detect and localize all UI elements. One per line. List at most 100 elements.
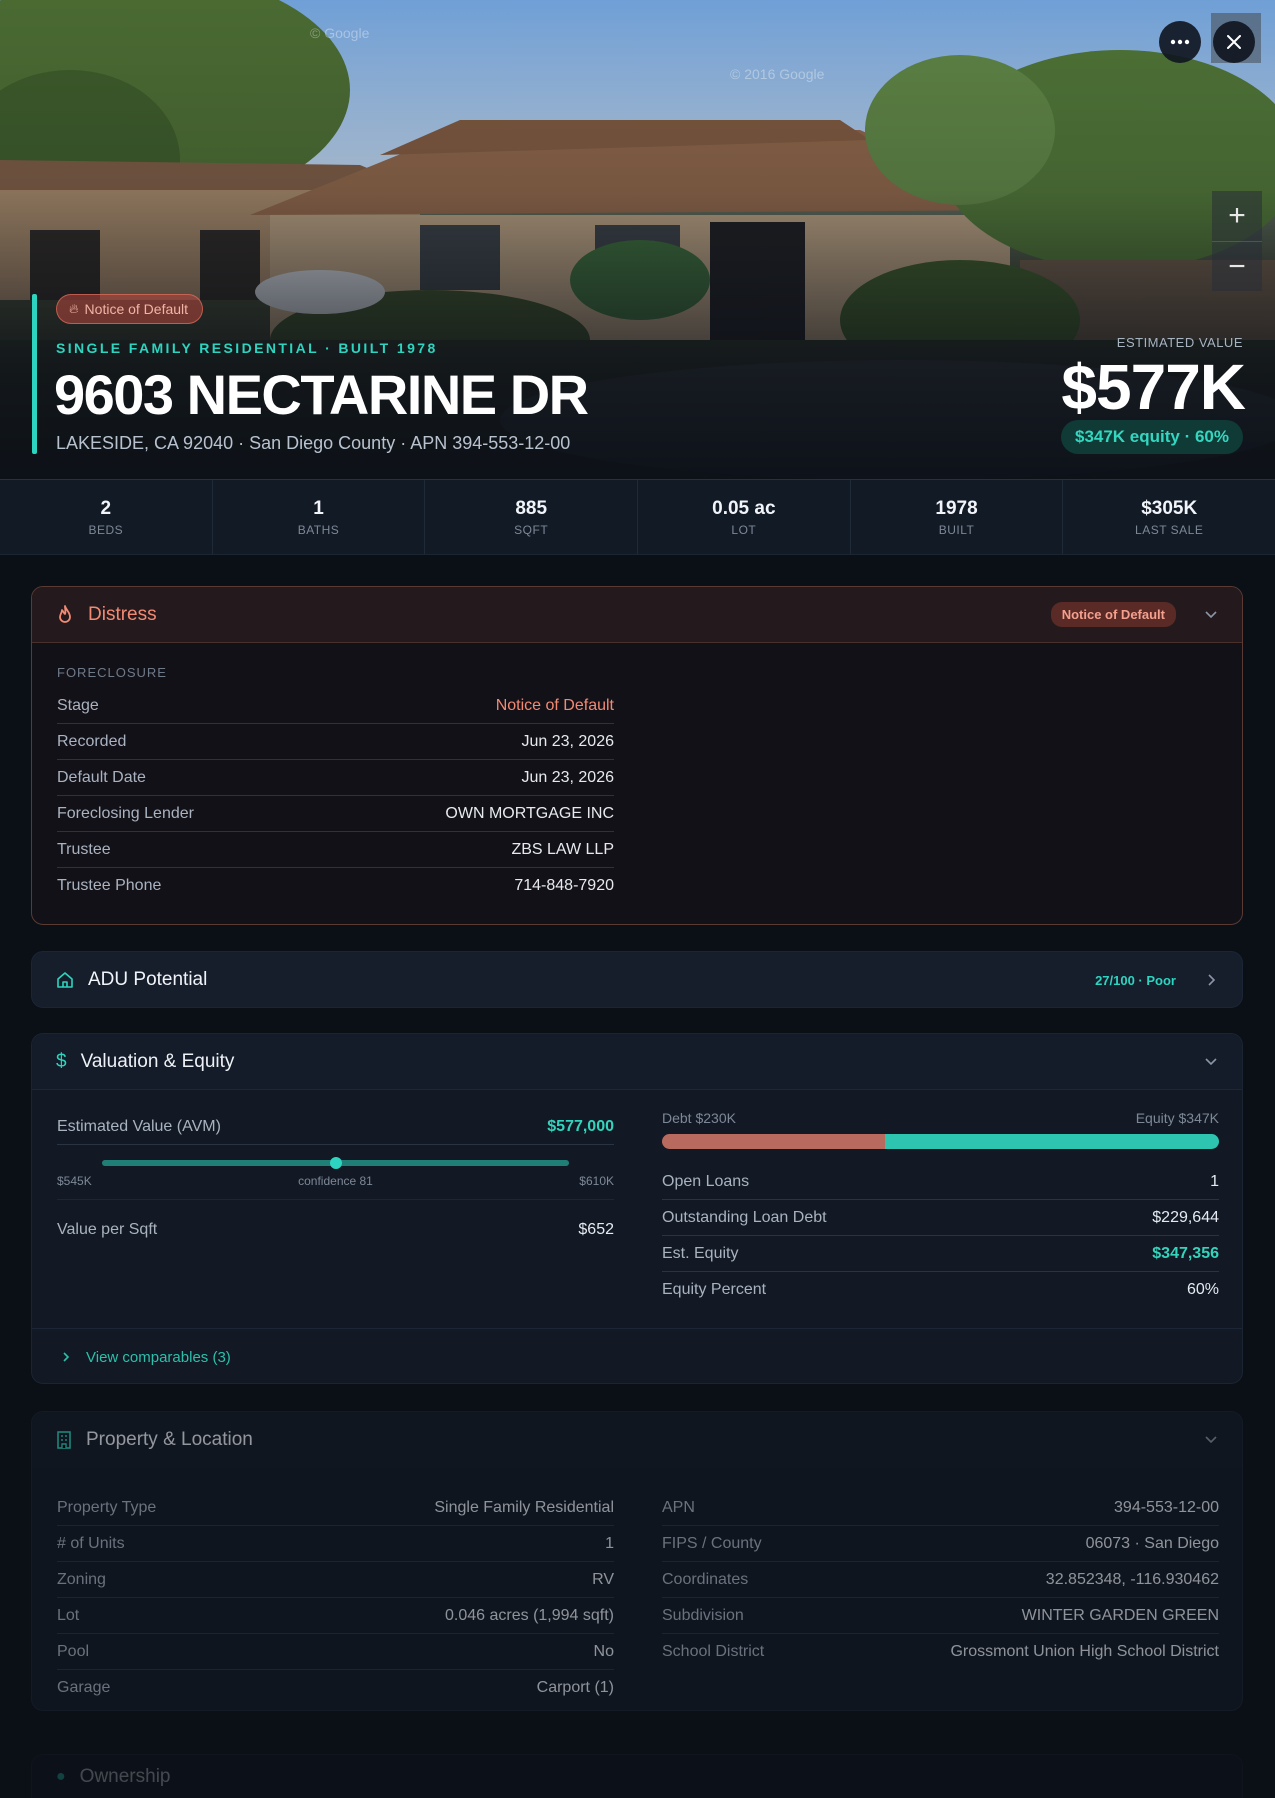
row-value: Carport (1) (536, 1679, 614, 1696)
property-row-school: School District Grossmont Union High Scho… (662, 1634, 1219, 1670)
stat-value: 1978 (935, 497, 978, 519)
zoom-out-button[interactable]: − (1212, 241, 1262, 291)
equity-label: Equity $347K (1135, 1110, 1219, 1126)
row-value: 1 (1210, 1172, 1219, 1190)
range-confidence-label: confidence 81 (298, 1174, 373, 1188)
row-key: Open Loans (662, 1172, 750, 1190)
property-row-garage: Garage Carport (1) (57, 1670, 614, 1706)
valuation-card-header[interactable]: $ Valuation & Equity (32, 1034, 1242, 1090)
stat-last-sale: $305K LAST SALE (1063, 480, 1275, 554)
stat-value: $305K (1141, 497, 1198, 519)
row-value: $229,644 (1152, 1208, 1219, 1226)
row-value: 394-553-12-00 (1114, 1498, 1219, 1516)
property-card-title: Property & Location (86, 1429, 253, 1450)
stat-label: SQFT (514, 522, 549, 537)
est-equity-row: Est. Equity $347,356 (662, 1236, 1219, 1272)
row-value: Notice of Default (495, 696, 614, 714)
chevron-down-icon[interactable] (1204, 608, 1218, 622)
property-card-header[interactable]: Property & Location (32, 1412, 1242, 1468)
hero-accent-bar (32, 294, 37, 454)
chevron-down-icon[interactable] (1204, 1433, 1218, 1447)
row-value: $347,356 (1152, 1244, 1219, 1262)
stat-label: LAST SALE (1135, 522, 1204, 537)
stat-value: 0.05 ac (712, 497, 776, 519)
debt-equity-labels: Debt $230K Equity $347K (662, 1110, 1219, 1126)
property-row-zoning: Zoning RV (57, 1562, 614, 1598)
row-value: Grossmont Union High School District (950, 1643, 1219, 1660)
chevron-right-icon[interactable] (1204, 973, 1218, 987)
estimated-value: $577K (1061, 351, 1246, 423)
row-value: Jun 23, 2026 (521, 768, 614, 786)
stat-label: BUILT (938, 522, 975, 537)
stat-value: 2 (100, 497, 112, 519)
row-value: 06073 · San Diego (1085, 1534, 1219, 1552)
row-value: 0.046 acres (1,994 sqft) (445, 1606, 614, 1624)
more-options-button[interactable] (1159, 21, 1201, 63)
equity-pill: $347K equity · 60% (1060, 420, 1243, 454)
distress-row-lender: Foreclosing Lender OWN MORTGAGE INC (57, 796, 614, 832)
row-key: Foreclosing Lender (57, 804, 194, 822)
distress-row-trustee-phone: Trustee Phone 714-848-7920 (57, 868, 614, 904)
distress-badge: Notice of Default (1050, 602, 1176, 627)
foreclosure-section-label: FORECLOSURE (57, 665, 167, 680)
hero-street-view: © Google © 2016 Google + − 🔥︎ Notice of … (0, 0, 1275, 479)
ownership-card-title: Ownership (79, 1766, 171, 1787)
adu-potential-card[interactable]: ADU Potential 27/100 · Poor (31, 951, 1243, 1008)
property-row-subdivision: Subdivision WINTER GARDEN GREEN (662, 1598, 1219, 1634)
chevron-down-icon[interactable] (1204, 1055, 1218, 1069)
row-value: 1 (605, 1534, 614, 1552)
distress-status-pill: 🔥︎ Notice of Default (56, 294, 204, 324)
loan-debt-row: Outstanding Loan Debt $229,644 (662, 1200, 1219, 1236)
row-key: Lot (57, 1606, 80, 1624)
close-button[interactable] (1213, 21, 1255, 63)
property-stats-bar: 2 BEDS 1 BATHS 885 SQFT 0.05 ac LOT 1978 BUIL… (0, 479, 1275, 555)
equity-percent-row: Equity Percent 60% (662, 1272, 1219, 1308)
row-key: Equity Percent (662, 1281, 767, 1298)
property-row-type: Property Type Single Family Residential (57, 1490, 614, 1526)
stat-label: BEDS (88, 522, 124, 537)
adu-card-header[interactable]: ADU Potential 27/100 · Poor (32, 952, 1242, 1007)
row-key: Property Type (57, 1498, 157, 1516)
property-row-units: # of Units 1 (57, 1526, 614, 1562)
row-value: ZBS LAW LLP (511, 840, 614, 858)
close-icon (1227, 35, 1241, 49)
distress-card-header[interactable]: Distress Notice of Default (32, 587, 1242, 643)
ownership-card[interactable]: ● Ownership (31, 1754, 1243, 1798)
building-icon (57, 1431, 71, 1449)
property-address: 9603 NECTARINE DR (54, 363, 589, 426)
distress-card: Distress Notice of Default FORECLOSURE S… (31, 586, 1243, 925)
ownership-card-header[interactable]: ● Ownership (32, 1755, 1242, 1798)
avm-row: Estimated Value (AVM) $577,000 (57, 1109, 614, 1145)
row-value: RV (592, 1570, 614, 1588)
adu-score: 27/100 · Poor (1095, 972, 1176, 988)
stat-lot: 0.05 ac LOT (638, 480, 851, 554)
row-key: Est. Equity (662, 1244, 739, 1262)
row-key: Pool (57, 1642, 90, 1660)
row-value: $652 (578, 1221, 614, 1238)
valuation-equity-card: $ Valuation & Equity Estimated Value (AV… (31, 1033, 1243, 1384)
estimated-value-label: ESTIMATED VALUE (1116, 335, 1243, 350)
map-watermark: © Google (310, 25, 370, 41)
distress-row-trustee: Trustee ZBS LAW LLP (57, 832, 614, 868)
property-location-line: LAKESIDE, CA 92040 · San Diego County · … (56, 433, 571, 453)
row-value: OWN MORTGAGE INC (445, 804, 614, 822)
ellipsis-icon (1170, 39, 1190, 45)
row-key: Default Date (57, 768, 146, 786)
flame-icon: 🔥︎ (69, 301, 79, 316)
equity-segment (884, 1134, 1219, 1149)
open-loans-row: Open Loans 1 (662, 1164, 1219, 1200)
view-comparables-link[interactable]: View comparables (3) (32, 1328, 1242, 1383)
person-icon: ● (56, 1768, 66, 1785)
row-key: School District (662, 1643, 765, 1660)
row-value: Single Family Residential (434, 1498, 614, 1516)
home-icon (57, 972, 73, 988)
row-key: Zoning (57, 1570, 106, 1588)
zoom-in-button[interactable]: + (1212, 191, 1262, 241)
stat-baths: 1 BATHS (213, 480, 426, 554)
property-row-coordinates: Coordinates 32.852348, -116.930462 (662, 1562, 1219, 1598)
stat-label: BATHS (297, 522, 340, 537)
chevron-right-icon (63, 1352, 70, 1362)
range-divider (57, 1199, 614, 1200)
row-value: Jun 23, 2026 (521, 732, 614, 750)
row-value: $577,000 (547, 1117, 614, 1135)
